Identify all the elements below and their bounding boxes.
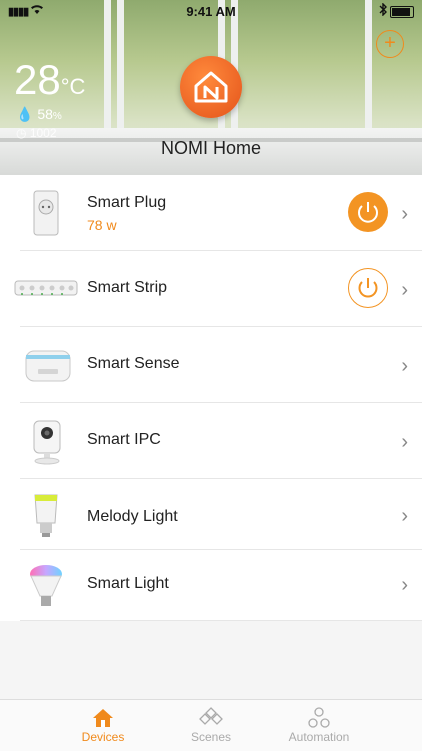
device-name: Smart IPC [87, 431, 161, 448]
automation-icon [259, 706, 379, 730]
power-toggle-button[interactable] [348, 268, 388, 308]
device-name: Smart Light [87, 575, 169, 592]
bluetooth-icon [379, 2, 388, 19]
status-bar: ▮▮▮▮ 9:41 AM [0, 0, 422, 22]
nomi-logo[interactable] [180, 56, 242, 118]
chevron-right-icon[interactable]: › [401, 279, 408, 302]
device-row-smart-sense[interactable]: Smart Sense › [20, 327, 422, 403]
tab-label: Scenes [190, 730, 232, 744]
droplet-icon: 💧 [16, 106, 34, 122]
device-name: Smart Plug [87, 194, 167, 211]
tab-bar: Devices Scenes Automation [0, 699, 422, 751]
temperature-unit: °C [60, 74, 86, 99]
scenes-icon [151, 706, 271, 730]
device-row-melody-light[interactable]: Melody Light › [20, 479, 422, 550]
home-icon [43, 706, 163, 730]
camera-icon [20, 411, 72, 469]
chevron-right-icon[interactable]: › [401, 574, 408, 597]
tab-label: Devices [81, 730, 125, 744]
device-name: Melody Light [87, 508, 178, 525]
power-icon [358, 202, 378, 223]
chevron-right-icon[interactable]: › [401, 355, 408, 378]
humidity-unit: % [52, 111, 62, 122]
chevron-right-icon[interactable]: › [401, 203, 408, 226]
humidity-value: 58 [37, 106, 53, 122]
temperature: 28°C [14, 56, 85, 104]
device-name: Smart Sense [87, 355, 180, 372]
add-device-button[interactable]: + [376, 30, 404, 58]
smart-sense-icon [20, 335, 76, 393]
device-power-reading: 78 w [87, 217, 117, 233]
temperature-value: 28 [14, 56, 61, 103]
smart-bulb-icon [20, 558, 72, 616]
melody-bulb-icon [20, 487, 72, 545]
home-title: NOMI Home [160, 138, 261, 158]
chevron-right-icon[interactable]: › [401, 431, 408, 454]
status-time: 9:41 AM [186, 4, 236, 19]
house-icon [194, 71, 228, 103]
device-name: Smart Strip [87, 279, 168, 296]
device-row-smart-ipc[interactable]: Smart IPC › [20, 403, 422, 479]
tab-scenes[interactable]: Scenes [151, 706, 271, 744]
device-row-smart-light[interactable]: Smart Light › [20, 550, 422, 621]
humidity: 💧 58% [16, 106, 62, 123]
tab-label: Automation [288, 730, 350, 744]
tab-devices[interactable]: Devices [43, 706, 163, 744]
smart-plug-icon [20, 183, 72, 241]
battery-icon [390, 6, 414, 18]
chevron-right-icon[interactable]: › [401, 505, 408, 528]
tab-automation[interactable]: Automation [259, 706, 379, 744]
device-list: Smart Plug 78 w › Smart Strip › Smart Se… [0, 175, 422, 621]
power-icon [358, 278, 378, 298]
power-toggle-button[interactable] [348, 192, 388, 232]
device-row-smart-plug[interactable]: Smart Plug 78 w › [20, 175, 422, 251]
smart-strip-icon [14, 259, 78, 317]
device-row-smart-strip[interactable]: Smart Strip › [14, 251, 422, 327]
